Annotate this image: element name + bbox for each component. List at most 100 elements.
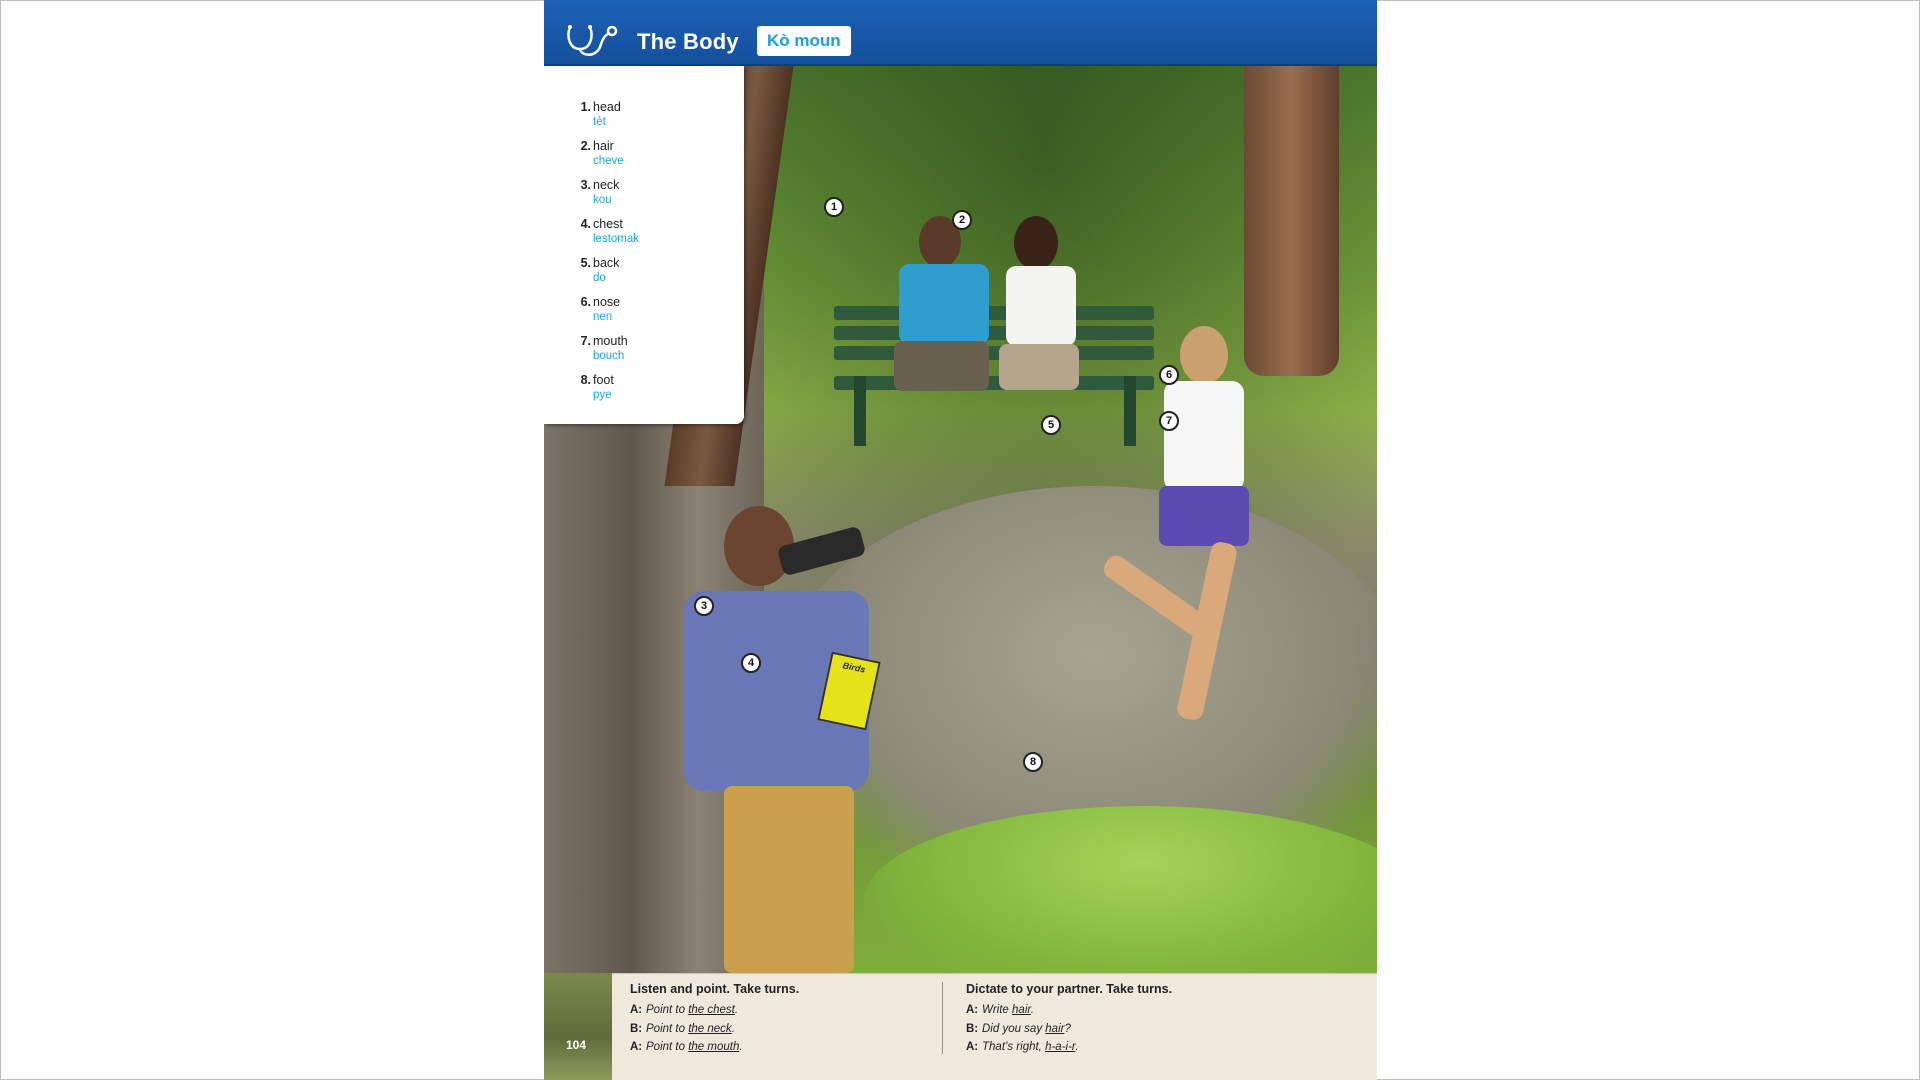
figure-shorts: [1159, 486, 1249, 546]
figure-head: [1180, 326, 1228, 384]
figure-torso: [899, 264, 989, 344]
figure-torso: [1006, 266, 1076, 346]
exercise-title: Dictate to your partner. Take turns.: [966, 982, 1173, 996]
callout-marker: 7: [1159, 411, 1179, 431]
dialogue-target: hair: [1012, 1004, 1031, 1016]
column-divider: [942, 982, 943, 1054]
textbook-page: The Body Kò moun Birds 1 2 3 4 5 6 7 8 1…: [544, 0, 1377, 1080]
haitian-creole-word: pye: [593, 389, 612, 401]
item-number: 7.: [580, 334, 591, 348]
english-word: chest: [593, 217, 623, 231]
item-number: 8.: [580, 373, 591, 387]
dialogue-target: h-a-i-r: [1045, 1041, 1076, 1053]
page-title-translation: Kò moun: [757, 26, 851, 56]
dialogue-target: the chest: [688, 1004, 735, 1016]
figure-legs: [894, 341, 989, 391]
exercise-strip: Listen and point. Take turns. A: Point to…: [612, 973, 1377, 1080]
birdwatcher-figure: Birds: [684, 506, 914, 973]
vocabulary-item: 1. head tèt: [581, 100, 639, 139]
haitian-creole-word: kou: [593, 194, 612, 206]
dialogue-line: B: Did you say hair?: [966, 1020, 1346, 1039]
page-number: 104: [566, 1038, 587, 1052]
vocabulary-panel: 1. head tèt 2. hair cheve 3. neck kou 4.…: [544, 66, 744, 424]
english-word: nose: [593, 295, 621, 309]
speaker-label: B:: [966, 1022, 979, 1035]
figure-legs: [999, 344, 1079, 390]
speaker-label: A:: [966, 1004, 979, 1016]
vocabulary-item: 2. hair cheve: [581, 139, 639, 178]
exercise-dictate: Dictate to your partner. Take turns. A: W…: [966, 982, 1346, 1057]
callout-marker: 5: [1041, 415, 1061, 435]
callout-marker: 2: [952, 210, 972, 230]
item-number: 5.: [580, 256, 591, 270]
vocabulary-list: 1. head tèt 2. hair cheve 3. neck kou 4.…: [581, 100, 640, 412]
runner-figure: [1099, 326, 1284, 746]
dialogue-punct: .: [1075, 1041, 1079, 1053]
dialogue-text: Point to: [646, 1022, 689, 1035]
haitian-creole-word: do: [593, 272, 606, 284]
item-number: 6.: [580, 295, 591, 309]
item-number: 1.: [580, 100, 591, 114]
dialogue-target: the neck: [688, 1022, 732, 1035]
dialogue-text: That’s right,: [982, 1041, 1046, 1053]
english-word: back: [593, 256, 620, 270]
dialogue-line: A: Write hair.: [966, 1001, 1346, 1020]
haitian-creole-word: tèt: [593, 116, 606, 128]
vocabulary-item: 3. neck kou: [581, 178, 639, 217]
vocabulary-item: 5. back do: [581, 256, 639, 295]
figure-torso: [1164, 381, 1244, 491]
dialogue-line: B: Point to the neck.: [630, 1020, 930, 1039]
seated-woman-figure: [994, 216, 1084, 456]
exercise-title: Listen and point. Take turns.: [630, 982, 800, 996]
english-word: mouth: [593, 334, 628, 348]
haitian-creole-word: bouch: [593, 350, 625, 362]
callout-marker: 4: [741, 653, 761, 673]
dialogue-text: Write: [982, 1004, 1013, 1016]
item-number: 4.: [580, 217, 591, 231]
leaf-corner-decoration: [544, 973, 612, 1080]
dialogue-punct: .: [1030, 1004, 1034, 1016]
seated-man-figure: [884, 216, 994, 456]
dialogue-punct: .: [739, 1041, 743, 1053]
book-title: Birds: [841, 660, 867, 675]
haitian-creole-word: cheve: [593, 155, 624, 167]
haitian-creole-word: nen: [593, 311, 613, 323]
stethoscope-icon: [567, 25, 618, 56]
dialogue-text: Point to: [646, 1004, 689, 1016]
vocabulary-item: 4. chest lestomak: [581, 217, 640, 256]
callout-marker: 3: [694, 596, 714, 616]
speaker-label: A:: [630, 1004, 643, 1016]
exercise-listen-and-point: Listen and point. Take turns. A: Point to…: [630, 982, 930, 1057]
item-number: 2.: [580, 139, 591, 153]
english-word: hair: [593, 139, 614, 153]
dialogue-line: A: That’s right, h-a-i-r.: [966, 1038, 1346, 1057]
dialogue-line: A: Point to the chest.: [630, 1001, 930, 1020]
speaker-label: B:: [630, 1022, 643, 1035]
vocabulary-item: 7. mouth bouch: [581, 334, 639, 373]
callout-marker: 8: [1023, 752, 1043, 772]
dialogue-target: the mouth: [688, 1041, 740, 1053]
haitian-creole-word: lestomak: [593, 233, 640, 245]
dialogue-target: hair: [1045, 1022, 1065, 1035]
speaker-label: A:: [630, 1041, 643, 1053]
callout-marker: 1: [824, 197, 844, 217]
english-word: neck: [593, 178, 620, 192]
dialogue-punct: ?: [1064, 1022, 1071, 1035]
page-header: The Body Kò moun: [544, 0, 1377, 66]
vocabulary-item: 6. nose nen: [581, 295, 639, 334]
english-word: head: [593, 100, 621, 114]
dialogue-punct: .: [734, 1004, 739, 1016]
speaker-label: A:: [966, 1041, 979, 1053]
figure-head: [1014, 216, 1058, 270]
bench-leg: [854, 376, 866, 446]
item-number: 3.: [580, 178, 591, 192]
callout-marker: 6: [1159, 365, 1179, 385]
dialogue-text: Did you say: [982, 1022, 1046, 1035]
dialogue-punct: .: [731, 1022, 735, 1035]
english-word: foot: [593, 373, 614, 387]
figure-pants: [724, 786, 854, 973]
vocabulary-item: 8. foot pye: [581, 373, 639, 412]
page-title: The Body: [637, 29, 739, 54]
dialogue-text: Point to: [646, 1041, 689, 1053]
dialogue-line: A: Point to the mouth.: [630, 1038, 930, 1057]
